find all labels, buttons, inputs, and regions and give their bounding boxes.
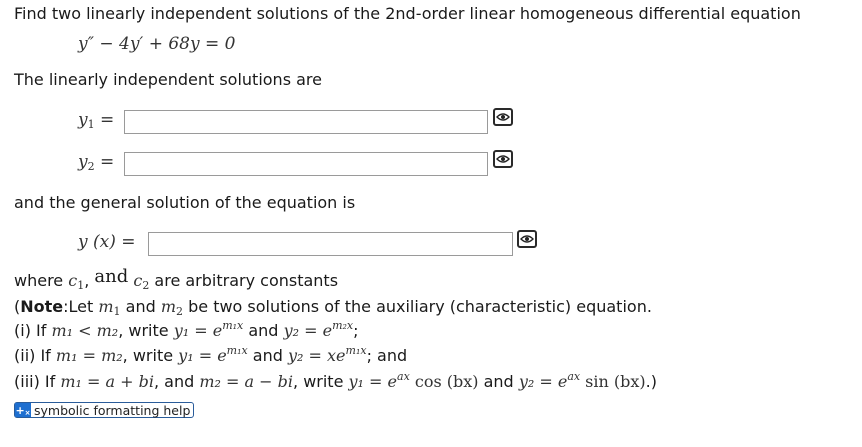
symbolic-help-icon: + × [15, 403, 31, 417]
general-solution-input[interactable] [148, 232, 513, 256]
help-link-label: symbolic formatting help [34, 402, 191, 418]
symbolic-formatting-help-link[interactable]: + × symbolic formatting help [14, 402, 195, 418]
y1-input[interactable] [124, 110, 488, 134]
y1-label: y1 = [78, 110, 115, 131]
note-case-ii: (ii) If m₁ = m₂, write y₁ = em₁x and y₂ … [14, 344, 408, 365]
general-label: y (x) = [78, 232, 136, 252]
preview-eye-icon[interactable] [517, 230, 537, 248]
note-intro: (Note:Let m1 and m2 be two solutions of … [14, 297, 652, 318]
note-case-i: (i) If m₁ < m₂, write y₁ = em₁x and y₂ =… [14, 319, 359, 340]
preview-eye-icon[interactable] [493, 150, 513, 168]
y2-label: y2 = [78, 152, 115, 173]
y2-input[interactable] [124, 152, 488, 176]
general-heading: and the general solution of the equation… [14, 193, 356, 212]
solutions-heading: The linearly independent solutions are [14, 70, 322, 89]
differential-equation: y″ − 4y′ + 68y = 0 [78, 34, 236, 54]
problem-prompt: Find two linearly independent solutions … [14, 4, 801, 23]
preview-eye-icon[interactable] [493, 108, 513, 126]
constants-line: where c1, and c2 are arbitrary constants [14, 266, 339, 292]
note-case-iii: (iii) If m₁ = a + bi, and m₂ = a − bi, w… [14, 370, 657, 391]
